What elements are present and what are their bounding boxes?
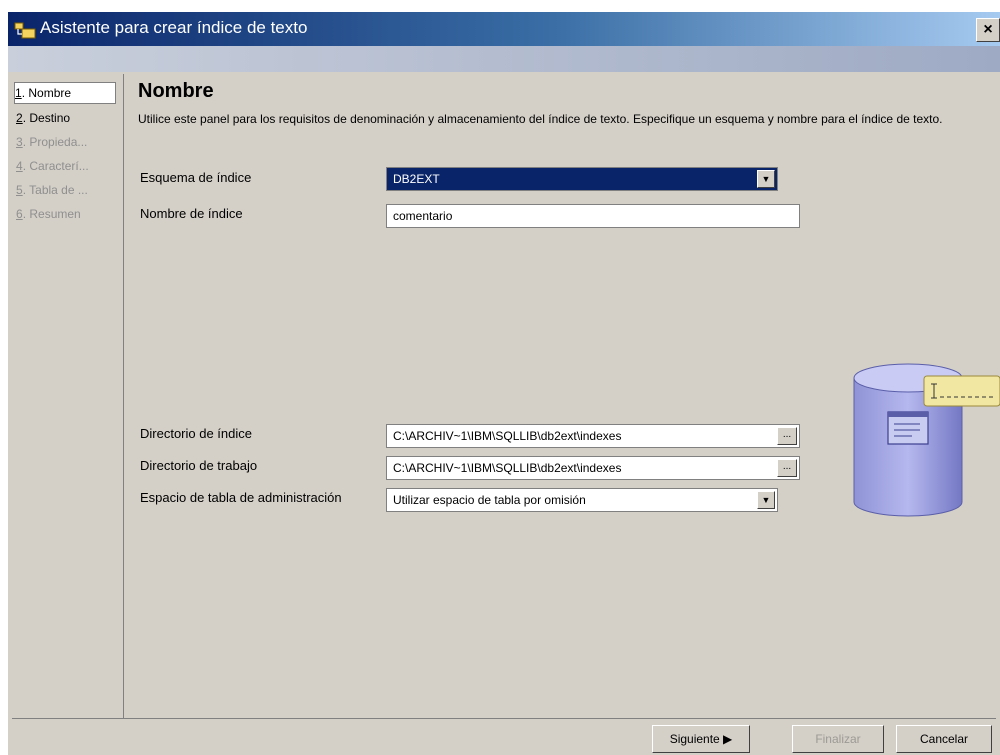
steps-panel: 1. Nombre 2. Destino 3. Propieda... 4. C… (12, 74, 124, 718)
index-dir-label: Directorio de índice (140, 426, 252, 441)
chevron-down-icon[interactable]: ▼ (757, 170, 775, 188)
step-propiedades: 3. Propieda... (16, 135, 88, 149)
schema-label: Esquema de índice (140, 170, 252, 185)
next-button[interactable]: Siguiente ▶ (652, 725, 750, 753)
panel-title: Nombre (138, 80, 214, 102)
tablespace-label: Espacio de tabla de administración (140, 490, 342, 505)
database-illustration-icon (853, 363, 1000, 517)
close-button[interactable]: × (976, 18, 1000, 42)
chevron-down-icon[interactable]: ▼ (757, 491, 775, 509)
step-tabla: 5. Tabla de ... (16, 183, 88, 197)
index-name-input[interactable]: comentario (386, 204, 800, 228)
step-destino[interactable]: 2. Destino (16, 108, 118, 128)
work-dir-browse-button[interactable]: ... (777, 459, 797, 477)
index-dir-input[interactable]: C:\ARCHIV~1\IBM\SQLLIB\db2ext\indexes ..… (386, 424, 800, 448)
panel-description: Utilice este panel para los requisitos d… (138, 112, 943, 126)
finish-button[interactable]: Finalizar (792, 725, 884, 753)
wizard-icon (14, 22, 36, 39)
schema-select[interactable]: DB2EXT ▼ (386, 167, 778, 191)
window-title: Asistente para crear índice de texto (40, 18, 308, 37)
name-label: Nombre de índice (140, 206, 243, 221)
button-divider (12, 718, 996, 719)
step-nombre[interactable]: 1. Nombre (14, 82, 116, 104)
schema-value: DB2EXT (393, 172, 440, 186)
step-resumen: 6. Resumen (16, 207, 81, 221)
wizard-window: Asistente para crear índice de texto × 1… (8, 12, 1000, 755)
tablespace-value: Utilizar espacio de tabla por omisión (393, 493, 586, 507)
work-dir-label: Directorio de trabajo (140, 458, 258, 473)
work-dir-input[interactable]: C:\ARCHIV~1\IBM\SQLLIB\db2ext\indexes ..… (386, 456, 800, 480)
step-caracteristicas: 4. Caracterí... (16, 159, 89, 173)
title-bar: Asistente para crear índice de texto × (8, 12, 1000, 46)
index-dir-browse-button[interactable]: ... (777, 427, 797, 445)
cancel-button[interactable]: Cancelar (896, 725, 992, 753)
header-band (8, 46, 1000, 72)
tablespace-select[interactable]: Utilizar espacio de tabla por omisión ▼ (386, 488, 778, 512)
